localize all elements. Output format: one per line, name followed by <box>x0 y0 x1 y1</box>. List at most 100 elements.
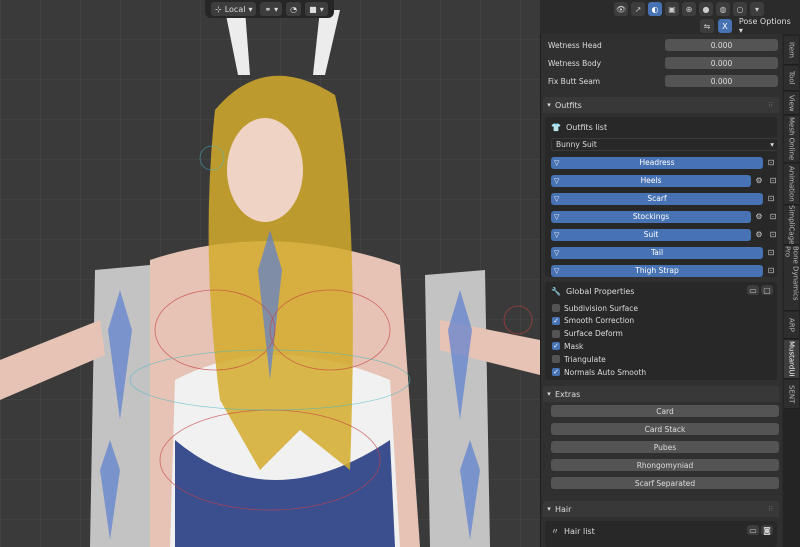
axes-icon: ⊹ <box>215 4 222 14</box>
lock-icon[interactable]: ⊡ <box>767 229 779 241</box>
sidebar-tab[interactable]: SimpliCage <box>784 205 799 245</box>
sidebar-tab[interactable]: Bone Dynamics Pro <box>784 246 800 311</box>
extras-title: Extras <box>555 389 581 399</box>
extra-item-button[interactable]: Card <box>551 405 779 417</box>
gizmo-icon[interactable]: ↗ <box>631 2 645 16</box>
hair-section-header[interactable]: ▾ Hair ⁝⁝ <box>543 501 779 517</box>
outfit-toggle-button[interactable]: ▽ Tail <box>551 246 763 259</box>
gear-icon[interactable]: ⚙ <box>753 229 765 241</box>
sidebar-tab[interactable]: MustardUI <box>784 340 799 379</box>
outfit-triangle-icon: ▽ <box>554 230 560 239</box>
shading-options-icon[interactable]: ▾ <box>750 2 764 16</box>
snap-toggle[interactable]: ◔ <box>286 2 302 16</box>
checkbox[interactable]: ✓ <box>552 316 560 325</box>
monitor-icon[interactable]: ▢ <box>761 285 773 295</box>
mirror-icon[interactable]: ⇋ <box>700 19 714 33</box>
pose-options-button[interactable]: Pose Options ▾ <box>736 17 800 35</box>
global-visibility-toggles: ▭ ▢ <box>747 285 773 295</box>
overlay-icon[interactable]: ◐ <box>648 2 662 16</box>
outfit-toggle-button[interactable]: ▽ Suit <box>551 228 751 241</box>
outfit-toggle-button[interactable]: ▽ Scarf <box>551 192 763 205</box>
proportional-dropdown[interactable]: ■ ▾ <box>305 2 328 16</box>
outfit-label: Thigh Strap <box>635 266 679 275</box>
extra-item-button[interactable]: Card Stack <box>551 423 779 435</box>
chevron-down-icon: ▾ <box>319 4 324 14</box>
outfit-toggle-button[interactable]: ▽ Heels <box>551 174 751 187</box>
wetness-body-field[interactable]: 0.000 <box>665 57 778 69</box>
sidebar-tab[interactable]: Mesh Online <box>784 116 799 163</box>
solid-shading-icon[interactable]: ● <box>699 2 713 16</box>
wetness-head-row: Wetness Head 0.000 <box>546 38 778 52</box>
outfit-select[interactable]: Bunny Suit ▾ <box>551 138 779 151</box>
lock-icon[interactable]: ⊡ <box>767 211 779 223</box>
outfit-row: ▽ Scarf ⊡ <box>551 192 781 205</box>
lock-icon[interactable]: ⊡ <box>765 157 777 169</box>
hair-visibility-toggles: ▭ ◙ <box>747 525 773 535</box>
wetness-head-field[interactable]: 0.000 <box>665 39 778 51</box>
drag-grip-icon[interactable]: ⁝⁝ <box>769 505 773 513</box>
sidebar-tab[interactable]: Tool <box>784 66 799 91</box>
outfit-toggle-button[interactable]: ▽ Thigh Strap <box>551 264 763 277</box>
lock-icon[interactable]: ⊡ <box>765 247 777 259</box>
checkbox[interactable]: ✓ <box>552 342 560 351</box>
option-label: Smooth Correction <box>564 316 635 326</box>
outfits-list-label: Outfits list <box>565 122 608 132</box>
wrench-icon: 🔧 <box>551 286 561 296</box>
outfit-label: Tail <box>650 248 664 257</box>
checkbox[interactable] <box>552 355 560 364</box>
sidebar-tab[interactable]: ARP <box>784 312 799 339</box>
sidebar-tab[interactable]: View <box>784 92 799 115</box>
gear-icon[interactable]: ⚙ <box>753 211 765 223</box>
transform-orientation-dropdown[interactable]: ⊹ Local ▾ <box>211 2 257 16</box>
lock-icon[interactable]: ⊡ <box>765 265 777 277</box>
global-option-row: ✓ Smooth Correction <box>552 315 634 327</box>
viewport-display-icon[interactable]: ▭ <box>747 525 759 535</box>
hair-box: 〃 Hair list ▭ ◙ <box>545 521 777 547</box>
outfit-toggle-button[interactable]: ▽ Headress <box>551 156 763 169</box>
outfits-section-header[interactable]: ▾ Outfits ⁝⁝ <box>543 97 779 113</box>
viewport-display-icon[interactable]: ▭ <box>747 285 759 295</box>
outfit-triangle-icon: ▽ <box>554 176 560 185</box>
3d-viewport[interactable]: ⊹ Local ▾ ⚭ ▾ ◔ ■ ▾ <box>0 0 540 547</box>
gear-icon[interactable]: ⚙ <box>753 175 765 187</box>
sidebar-tab[interactable]: Animation <box>784 164 799 205</box>
material-shading-icon[interactable]: ◍ <box>716 2 730 16</box>
extra-item-button[interactable]: Scarf Separated <box>551 477 779 489</box>
outfits-list-header: 👕 Outfits list <box>551 120 607 134</box>
sidebar-tab[interactable]: Item <box>784 36 799 65</box>
lock-icon[interactable]: ⊡ <box>767 175 779 187</box>
visibility-icon[interactable]: 👁 <box>614 2 628 16</box>
pivot-dropdown[interactable]: ⚭ ▾ <box>260 2 283 16</box>
outfit-toggle-button[interactable]: ▽ Stockings <box>551 210 751 223</box>
checkbox[interactable]: ✓ <box>552 368 560 376</box>
sidebar-tab[interactable]: SENT <box>784 380 799 409</box>
outfits-title: Outfits <box>555 100 582 110</box>
wetness-body-row: Wetness Body 0.000 <box>546 56 778 70</box>
global-option-row: Surface Deform <box>552 328 623 340</box>
pose-options-row: ⇋ X Pose Options ▾ <box>700 17 800 35</box>
outfit-triangle-icon: ▽ <box>554 248 560 257</box>
lock-icon[interactable]: ⊡ <box>765 193 777 205</box>
rendered-shading-icon[interactable]: ○ <box>733 2 747 16</box>
drag-grip-icon[interactable]: ⁝⁝ <box>769 101 773 109</box>
chevron-down-icon: ▾ <box>274 4 279 14</box>
close-icon[interactable]: X <box>717 19 732 33</box>
checkbox[interactable] <box>552 304 560 312</box>
xray-icon[interactable]: ▣ <box>665 2 679 16</box>
expand-down-icon: ▾ <box>547 101 551 109</box>
square-icon: ■ <box>309 4 317 14</box>
outfit-triangle-icon: ▽ <box>554 212 560 221</box>
fix-butt-seam-field[interactable]: 0.000 <box>665 75 778 87</box>
option-label: Mask <box>564 341 584 351</box>
option-label: Subdivision Surface <box>564 303 638 313</box>
extra-item-button[interactable]: Rhongomyniad <box>551 459 779 471</box>
camera-icon[interactable]: ◙ <box>761 525 773 535</box>
expand-down-icon: ▾ <box>547 505 551 513</box>
wireframe-shading-icon[interactable]: ⊕ <box>682 2 696 16</box>
extras-section-header[interactable]: ▾ Extras <box>543 386 779 402</box>
extra-item-button[interactable]: Pubes <box>551 441 779 453</box>
checkbox[interactable] <box>552 329 560 338</box>
outfits-box: 👕 Outfits list Bunny Suit ▾ ▽ Headress ⊡ ▽ H… <box>545 117 779 277</box>
orientation-label: Local <box>224 4 246 14</box>
chevron-down-icon: ▾ <box>770 140 774 149</box>
